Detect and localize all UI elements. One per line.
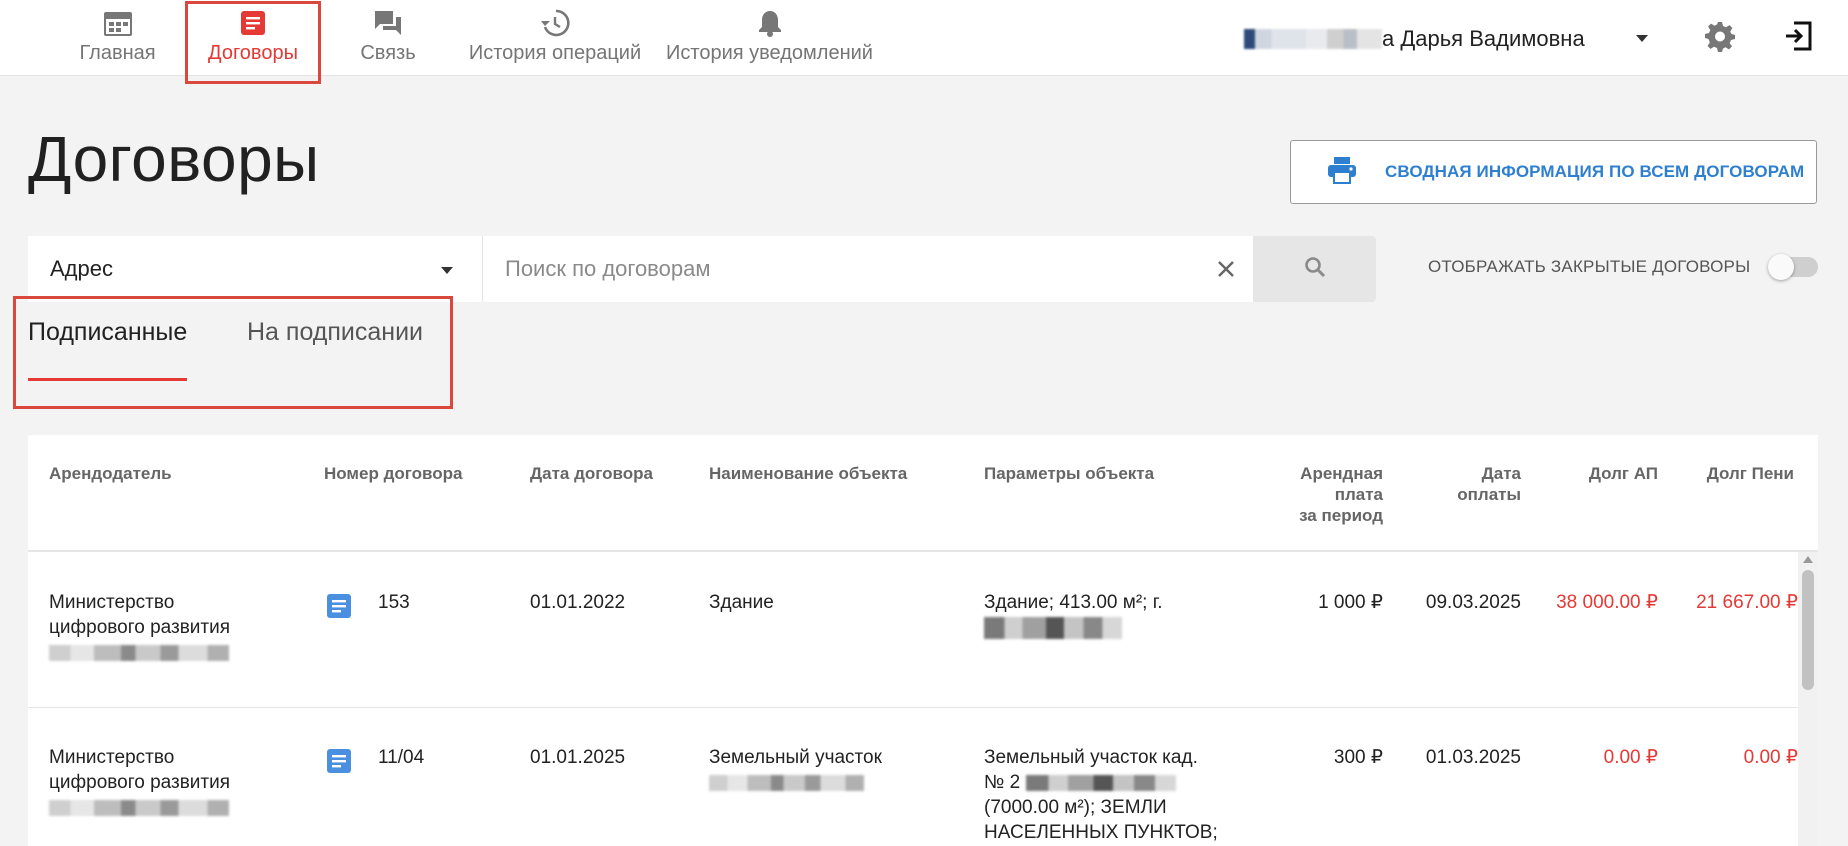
address-select[interactable]: Адрес: [28, 236, 483, 302]
object-name: Земельный участок: [709, 745, 882, 795]
object-params-line-1: Земельный участок кад.: [984, 747, 1198, 768]
show-closed-toggle[interactable]: [1768, 254, 1818, 280]
object-params: Здание; 413.00 м²; г.: [984, 590, 1163, 640]
contract-date: 01.01.2025: [530, 747, 626, 768]
toggle-knob: [1768, 254, 1794, 280]
chevron-down-icon: [440, 262, 454, 280]
col-date[interactable]: Дата договора: [530, 463, 653, 484]
calendar-icon: [103, 8, 132, 38]
search-button[interactable]: [1253, 236, 1376, 302]
object-params: Земельный участок кад. № 2 (7000.00 м²);…: [984, 745, 1218, 845]
printer-icon: [1327, 156, 1357, 189]
clear-search-icon[interactable]: [1215, 258, 1237, 285]
table-scrollbar[interactable]: [1798, 552, 1818, 846]
col-paydate-line-2: оплаты: [1457, 485, 1521, 504]
nav-label-notifications-history: История уведомлений: [666, 42, 873, 64]
page-title: Договоры: [28, 123, 320, 195]
col-landlord[interactable]: Арендодатель: [49, 463, 172, 484]
table-row[interactable]: Министерство цифрового развития 153 01.0…: [28, 554, 1798, 708]
col-number[interactable]: Номер договора: [324, 463, 462, 484]
object-params-number-prefix: № 2: [984, 772, 1021, 793]
col-object-name[interactable]: Наименование объекта: [709, 463, 907, 484]
col-rent-line-1: Арендная: [1300, 464, 1383, 483]
gear-icon[interactable]: [1704, 20, 1736, 57]
bell-icon: [757, 8, 783, 38]
tabs-highlight: [13, 296, 453, 409]
contract-number[interactable]: 11/04: [378, 745, 424, 770]
landlord-line-1: Министерство: [49, 747, 175, 768]
landlord-cell: Министерство цифрового развития: [49, 745, 230, 820]
logout-icon[interactable]: [1784, 20, 1814, 57]
debt-ap: 38 000.00 ₽: [1556, 592, 1658, 613]
history-icon: [540, 8, 570, 38]
table-row[interactable]: Министерство цифрового развития 11/04 01…: [28, 709, 1798, 846]
rent-amount: 1 000 ₽: [1318, 592, 1383, 613]
search-field: [483, 236, 1253, 302]
debt-ap: 0.00 ₽: [1603, 747, 1658, 768]
object-params-line-4: НАСЕЛЕННЫХ ПУНКТОВ;: [984, 822, 1218, 843]
col-rent[interactable]: Арендная плата за период: [1258, 463, 1383, 526]
debt-peni: 0.00 ₽: [1743, 747, 1798, 768]
col-object-params[interactable]: Параметры объекта: [984, 463, 1154, 484]
nav-label-operations-history: История операций: [468, 42, 642, 64]
object-name: Здание: [709, 592, 774, 613]
col-paydate-line-1: Дата: [1481, 464, 1521, 483]
object-params-line-1: Здание; 413.00 м²; г.: [984, 592, 1163, 613]
payment-date: 01.03.2025: [1425, 747, 1521, 768]
address-select-value: Адрес: [50, 256, 113, 281]
landlord-redacted: [49, 640, 230, 665]
object-params-line-2: № 2: [984, 770, 1218, 795]
search-icon: [1304, 256, 1326, 283]
scrollbar-thumb[interactable]: [1802, 570, 1814, 690]
landlord-line-1: Министерство: [49, 592, 175, 613]
show-closed-label: ОТОБРАЖАТЬ ЗАКРЫТЫЕ ДОГОВОРЫ: [1428, 257, 1751, 276]
col-rent-line-3: за период: [1299, 506, 1383, 525]
tab-on-signing[interactable]: На подписании: [247, 318, 423, 347]
payment-date: 09.03.2025: [1425, 592, 1521, 613]
contracts-table: Арендодатель Номер договора Дата договор…: [28, 435, 1818, 846]
object-cadastral-redacted: [709, 770, 882, 795]
table-header: Арендодатель Номер договора Дата договор…: [28, 435, 1818, 552]
chat-icon: [373, 8, 403, 38]
nav-label-communication: Связь: [360, 42, 416, 64]
user-name[interactable]: а Дарья Вадимовна: [1244, 26, 1585, 52]
landlord-line-2: цифрового развития: [49, 772, 231, 793]
summary-info-button[interactable]: СВОДНАЯ ИНФОРМАЦИЯ ПО ВСЕМ ДОГОВОРАМ: [1290, 140, 1817, 204]
contract-number[interactable]: 153: [378, 590, 410, 615]
nav-label-home: Главная: [79, 42, 156, 64]
user-name-text: а Дарья Вадимовна: [1382, 26, 1585, 51]
col-paydate[interactable]: Дата оплаты: [1418, 463, 1521, 505]
object-params-line-3: (7000.00 м²); ЗЕМЛИ: [984, 797, 1167, 818]
tab-signed[interactable]: Подписанные: [28, 318, 187, 347]
active-tab-indicator: [28, 378, 187, 381]
nav-item-operations-history[interactable]: История операций: [468, 0, 642, 76]
nav-item-notifications-history[interactable]: История уведомлений: [666, 0, 873, 76]
rent-amount: 300 ₽: [1333, 747, 1383, 768]
col-debt-peni[interactable]: Долг Пени: [1678, 463, 1794, 484]
user-name-redacted: [1244, 29, 1382, 49]
summary-info-button-label: СВОДНАЯ ИНФОРМАЦИЯ ПО ВСЕМ ДОГОВОРАМ: [1385, 162, 1805, 181]
search-input[interactable]: [505, 256, 1185, 282]
user-menu-caret-icon[interactable]: [1634, 30, 1650, 46]
scroll-up-arrow-icon[interactable]: [1803, 556, 1813, 563]
object-params-redacted: [984, 615, 1163, 640]
object-name-line-1: Земельный участок: [709, 747, 882, 768]
nav-item-communication[interactable]: Связь: [355, 0, 421, 76]
nav-item-home[interactable]: Главная: [70, 0, 165, 76]
col-rent-line-2: плата: [1334, 485, 1383, 504]
contract-document-icon[interactable]: [326, 748, 352, 779]
landlord-cell: Министерство цифрового развития: [49, 590, 230, 665]
landlord-redacted: [49, 795, 230, 820]
col-debt-ap[interactable]: Долг АП: [1538, 463, 1658, 484]
contract-document-icon[interactable]: [326, 593, 352, 624]
landlord-line-2: цифрового развития: [49, 617, 231, 638]
debt-peni: 21 667.00 ₽: [1696, 592, 1798, 613]
contract-date: 01.01.2022: [530, 592, 626, 613]
active-nav-highlight: [185, 1, 321, 84]
